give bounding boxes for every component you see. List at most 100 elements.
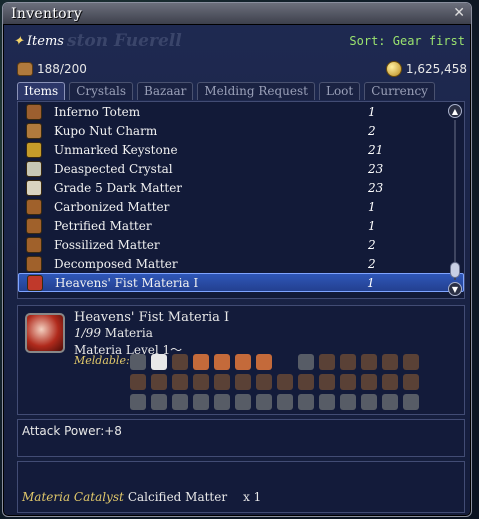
job-icon: [235, 354, 251, 370]
scroll-thumb[interactable]: [450, 262, 460, 278]
tab-currency[interactable]: Currency: [364, 82, 435, 100]
scroll-down-icon[interactable]: ▼: [448, 282, 462, 296]
items-header: ✦ Items Sort: Gear first: [13, 31, 465, 51]
job-icon: [319, 374, 335, 390]
job-icon: [277, 354, 293, 370]
tab-crystals[interactable]: Crystals: [69, 82, 134, 100]
list-item[interactable]: Unmarked Keystone 21: [18, 140, 464, 159]
charm-icon: [26, 122, 42, 139]
list-item[interactable]: Petrified Matter 1: [18, 216, 464, 235]
job-icon: [151, 394, 167, 410]
job-icon: [403, 354, 419, 370]
job-icon: [172, 374, 188, 390]
catalyst-label: Materia Catalyst: [22, 490, 124, 504]
job-icon: [361, 374, 377, 390]
scroll-up-icon[interactable]: ▲: [448, 104, 462, 118]
item-list: Inferno Totem 1 Kupo Nut Charm 2 Unmarked …: [17, 101, 465, 299]
meldable-job-icons: [130, 354, 420, 414]
job-icon: [382, 354, 398, 370]
job-icon: [319, 354, 335, 370]
tab-items[interactable]: Items: [17, 82, 66, 100]
job-icon: [235, 394, 251, 410]
job-icon: [382, 374, 398, 390]
item-name: Decomposed Matter: [54, 256, 178, 271]
matter-icon: [26, 236, 42, 253]
list-item[interactable]: Kupo Nut Charm 2: [18, 121, 464, 140]
job-icon: [130, 394, 146, 410]
items-label: Items: [26, 33, 64, 49]
matter-icon: [26, 217, 42, 234]
job-icon: [172, 354, 188, 370]
job-icon: [298, 394, 314, 410]
inventory-window: Inventory ✕ ston Fuerell ✦ Items Sort: Ge…: [2, 2, 472, 517]
list-item[interactable]: Decomposed Matter 2: [18, 254, 464, 273]
tab-bazaar[interactable]: Bazaar: [137, 82, 194, 100]
job-icon: [403, 374, 419, 390]
job-icon: [277, 374, 293, 390]
job-icon: [403, 394, 419, 410]
job-icon: [172, 394, 188, 410]
meldable-label: Meldable:: [74, 354, 130, 367]
job-icon: [340, 394, 356, 410]
job-icon: [214, 394, 230, 410]
catalyst-line: Materia Catalyst Calcified Matter x 1: [22, 490, 261, 504]
job-icon: [130, 354, 146, 370]
item-name: Carbonized Matter: [54, 199, 170, 214]
items-section-title: ✦ Items: [13, 34, 64, 49]
item-type: Materia: [104, 326, 153, 340]
job-icon: [214, 354, 230, 370]
item-name: Inferno Totem: [54, 104, 141, 119]
job-icon: [298, 374, 314, 390]
job-icon: [130, 374, 146, 390]
materia-large-icon: [25, 313, 65, 353]
crystal-icon: [26, 160, 42, 177]
catalyst-qty: x 1: [243, 490, 262, 504]
item-name: Deaspected Crystal: [54, 161, 173, 176]
job-icon: [151, 374, 167, 390]
list-item-selected[interactable]: Heavens' Fist Materia I1: [18, 273, 464, 292]
list-item[interactable]: Grade 5 Dark Matter 23: [18, 178, 464, 197]
scroll-track[interactable]: [454, 120, 456, 280]
job-icon: [361, 354, 377, 370]
job-icon: [277, 394, 293, 410]
job-icon: [193, 394, 209, 410]
item-name: Grade 5 Dark Matter: [54, 180, 183, 195]
dark-matter-icon: [26, 179, 42, 196]
job-icon: [340, 374, 356, 390]
matter-icon: [26, 255, 42, 272]
stack-count: 1/99: [74, 326, 101, 340]
item-name: Heavens' Fist Materia I: [55, 275, 199, 290]
list-item[interactable]: Inferno Totem 1: [18, 102, 464, 121]
close-icon[interactable]: ✕: [453, 5, 465, 21]
tab-loot[interactable]: Loot: [318, 82, 361, 100]
star-icon: ✦: [13, 33, 24, 49]
capacity-display: 188/200: [17, 62, 87, 76]
keystone-icon: [26, 141, 42, 158]
list-scrollbar[interactable]: ▲ ▼: [448, 104, 462, 296]
capacity-value: 188/200: [37, 62, 87, 76]
detail-stack: 1/99 Materia: [74, 326, 153, 340]
totem-icon: [26, 103, 42, 120]
list-item[interactable]: Fossilized Matter 2: [18, 235, 464, 254]
job-icon: [151, 354, 167, 370]
job-icon: [361, 394, 377, 410]
item-name: Kupo Nut Charm: [54, 123, 158, 138]
list-item[interactable]: Deaspected Crystal 23: [18, 159, 464, 178]
list-item[interactable]: Carbonized Matter 1: [18, 197, 464, 216]
inventory-tabs: Items Crystals Bazaar Melding Request Lo…: [17, 82, 465, 100]
item-name: Fossilized Matter: [54, 237, 160, 252]
matter-icon: [26, 198, 42, 215]
window-title: Inventory: [11, 5, 83, 22]
job-icon: [256, 354, 272, 370]
job-icon: [256, 374, 272, 390]
job-icon: [340, 354, 356, 370]
item-detail-panel: Heavens' Fist Materia I 1/99 Materia Mat…: [17, 305, 465, 415]
title-bar[interactable]: Inventory ✕: [3, 3, 471, 25]
bag-icon: [17, 62, 33, 76]
tab-melding-request[interactable]: Melding Request: [197, 82, 315, 100]
job-icon: [193, 354, 209, 370]
sort-button[interactable]: Sort: Gear first: [349, 34, 465, 48]
inventory-counts: 188/200 1,625,458: [17, 59, 467, 79]
catalyst-panel: Materia Catalyst Calcified Matter x 1: [17, 461, 465, 513]
job-icon: [214, 374, 230, 390]
